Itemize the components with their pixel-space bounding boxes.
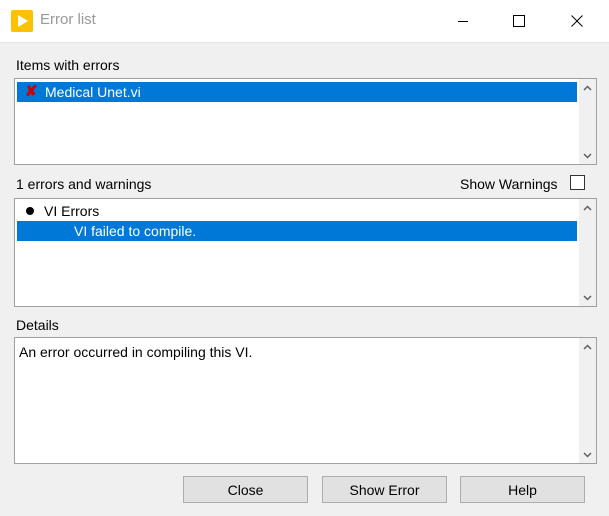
maximize-button[interactable] bbox=[496, 0, 542, 42]
error-group-label: VI Errors bbox=[44, 203, 100, 219]
item-name: Medical Unet.vi bbox=[45, 84, 141, 100]
errors-list[interactable]: VI Errors VI failed to compile. bbox=[14, 198, 597, 307]
minimize-button[interactable] bbox=[440, 0, 486, 42]
details-text: An error occurred in compiling this VI. bbox=[19, 344, 253, 360]
chevron-down-icon bbox=[583, 294, 592, 301]
errors-count-label: 1 errors and warnings bbox=[16, 176, 152, 192]
chevron-up-icon bbox=[583, 343, 592, 350]
scroll-down-button[interactable] bbox=[579, 446, 596, 463]
show-warnings-label[interactable]: Show Warnings bbox=[460, 176, 558, 192]
chevron-down-icon bbox=[583, 451, 592, 458]
chevron-up-icon bbox=[583, 204, 592, 211]
scroll-down-button[interactable] bbox=[579, 289, 596, 306]
details-text-area[interactable]: An error occurred in compiling this VI. bbox=[14, 337, 597, 464]
close-icon bbox=[571, 15, 583, 27]
chevron-down-icon bbox=[583, 152, 592, 159]
maximize-icon bbox=[513, 15, 525, 27]
items-with-errors-label: Items with errors bbox=[16, 57, 120, 73]
errors-scrollbar[interactable] bbox=[579, 199, 596, 306]
help-button[interactable]: Help bbox=[460, 476, 585, 503]
labview-run-arrow-icon bbox=[11, 10, 33, 32]
bullet-icon bbox=[26, 207, 34, 215]
items-scrollbar[interactable] bbox=[579, 79, 596, 164]
items-with-errors-list[interactable]: ✘ Medical Unet.vi bbox=[14, 78, 597, 165]
red-x-error-icon: ✘ bbox=[25, 83, 38, 100]
show-warnings-checkbox[interactable] bbox=[570, 175, 585, 190]
details-scrollbar[interactable] bbox=[579, 338, 596, 463]
error-message: VI failed to compile. bbox=[74, 223, 197, 239]
chevron-up-icon bbox=[583, 84, 592, 91]
title-bar: Error list bbox=[0, 0, 609, 43]
close-window-button[interactable] bbox=[554, 0, 600, 42]
window-title: Error list bbox=[40, 11, 96, 28]
list-item[interactable]: ✘ Medical Unet.vi bbox=[17, 82, 577, 102]
show-error-button[interactable]: Show Error bbox=[322, 476, 447, 503]
error-group-row[interactable]: VI Errors bbox=[17, 201, 577, 221]
scroll-up-button[interactable] bbox=[579, 338, 596, 355]
close-button[interactable]: Close bbox=[183, 476, 308, 503]
minimize-icon bbox=[458, 21, 468, 22]
details-label: Details bbox=[16, 317, 59, 333]
error-row[interactable]: VI failed to compile. bbox=[17, 221, 577, 241]
scroll-up-button[interactable] bbox=[579, 79, 596, 96]
scroll-down-button[interactable] bbox=[579, 147, 596, 164]
scroll-up-button[interactable] bbox=[579, 199, 596, 216]
